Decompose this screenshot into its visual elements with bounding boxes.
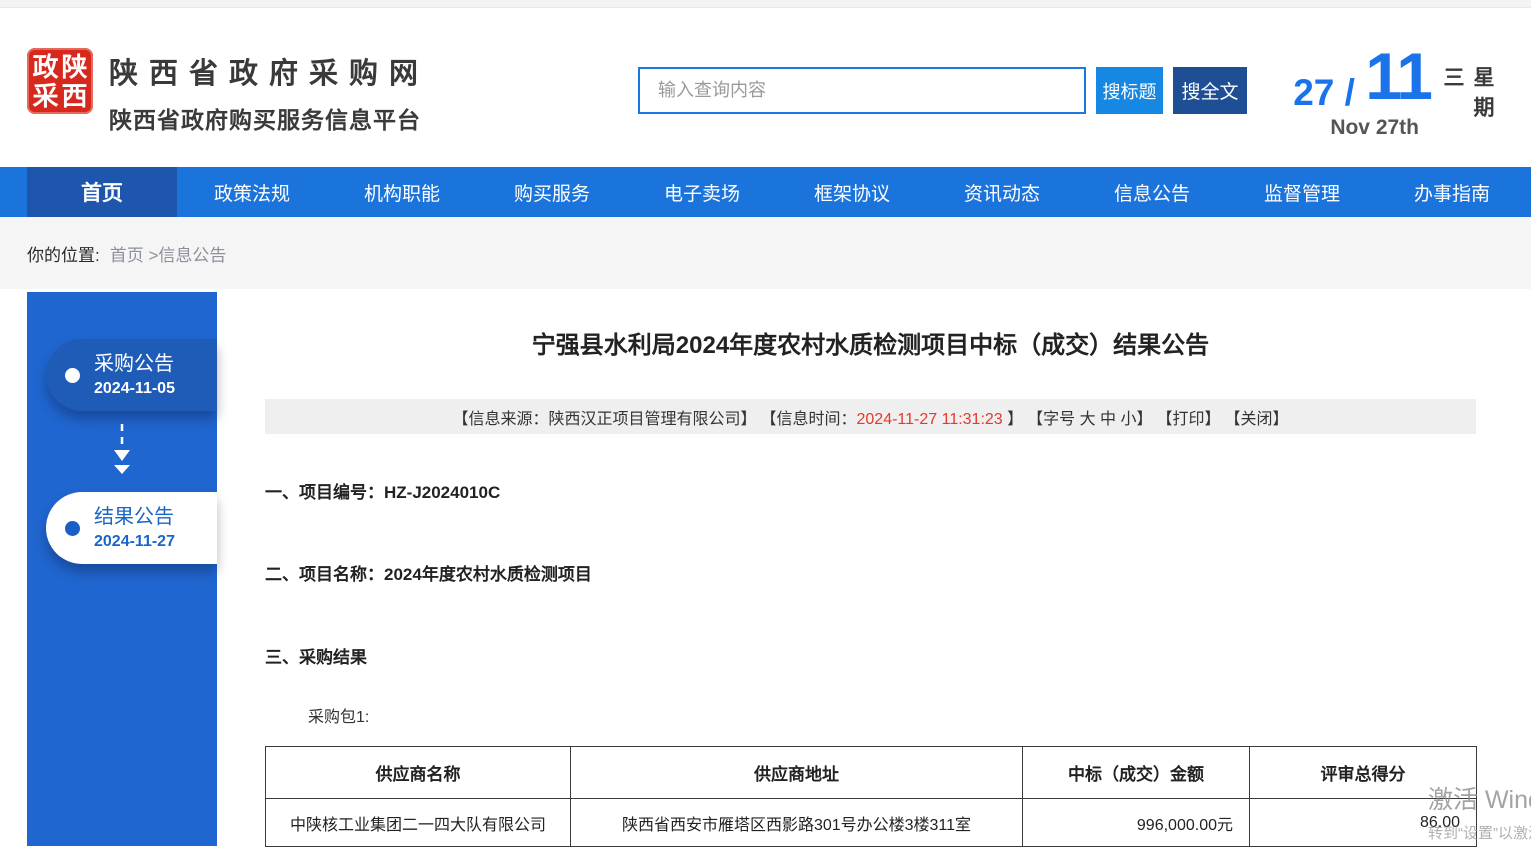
timeline-sidebar: 采购公告 2024-11-05 结果公告 2024-11-27 bbox=[27, 292, 217, 846]
info-print-button[interactable]: 【打印】 bbox=[1157, 405, 1221, 429]
seal-char: 政 bbox=[31, 52, 60, 81]
info-close-button[interactable]: 【关闭】 bbox=[1225, 405, 1289, 429]
header-supplier-name: 供应商名称 bbox=[266, 747, 571, 799]
timeline-step-result-notice[interactable]: 结果公告 2024-11-27 bbox=[46, 492, 217, 564]
page: 政 陕 采 西 陕西省政府采购网 陕西省政府购买服务信息平台 搜标题 搜全文 2… bbox=[0, 0, 1531, 847]
date-month: 11 bbox=[1365, 39, 1431, 113]
info-font-size-control[interactable]: 【字号 大 中 小】 bbox=[1027, 405, 1152, 429]
step-date: 2024-11-05 bbox=[94, 380, 175, 398]
breadcrumb-path[interactable]: 首页 >信息公告 bbox=[110, 241, 227, 266]
header-total-score: 评审总得分 bbox=[1250, 747, 1477, 799]
nav-item-e-market[interactable]: 电子卖场 bbox=[627, 167, 777, 217]
timeline-arrow-down-icon bbox=[27, 422, 217, 478]
search-input[interactable] bbox=[638, 67, 1086, 114]
step-title: 结果公告 bbox=[94, 505, 175, 530]
cell-award-amount: 996,000.00元 bbox=[1023, 799, 1250, 847]
nav-item-supervision[interactable]: 监督管理 bbox=[1227, 167, 1377, 217]
cell-total-score: 86.00 bbox=[1250, 799, 1477, 847]
timeline-step-procurement-notice[interactable]: 采购公告 2024-11-05 bbox=[46, 339, 217, 411]
breadcrumb: 你的位置: 首页 >信息公告 bbox=[0, 217, 1531, 289]
nav-item-purchase-service[interactable]: 购买服务 bbox=[477, 167, 627, 217]
section-project-number: 一、项目编号：HZ-J2024010C bbox=[265, 478, 1476, 503]
site-header: 政 陕 采 西 陕西省政府采购网 陕西省政府购买服务信息平台 搜标题 搜全文 2… bbox=[0, 8, 1531, 167]
main-nav: 首页 政策法规 机构职能 购买服务 电子卖场 框架协议 资讯动态 信息公告 监督… bbox=[0, 167, 1531, 217]
info-source: 【信息来源：陕西汉正项目管理有限公司】 bbox=[452, 405, 756, 429]
info-time: 【信息时间：2024-11-27 11:31:23 】 bbox=[760, 405, 1023, 429]
logo-seal-icon: 政 陕 采 西 bbox=[27, 48, 93, 114]
nav-item-framework[interactable]: 框架协议 bbox=[777, 167, 927, 217]
search-area: 搜标题 搜全文 bbox=[638, 67, 1247, 114]
breadcrumb-label: 你的位置: bbox=[27, 241, 100, 266]
table-row: 中陕核工业集团二一四大队有限公司 陕西省西安市雁塔区西影路301号办公楼3楼31… bbox=[266, 799, 1477, 847]
search-fulltext-button[interactable]: 搜全文 bbox=[1173, 67, 1247, 114]
search-title-button[interactable]: 搜标题 bbox=[1096, 67, 1163, 114]
step-dot-icon bbox=[65, 521, 80, 536]
header-supplier-address: 供应商地址 bbox=[571, 747, 1023, 799]
step-date: 2024-11-27 bbox=[94, 533, 175, 551]
info-time-value: 2024-11-27 11:31:23 bbox=[857, 411, 1003, 428]
seal-char: 陕 bbox=[60, 52, 89, 81]
site-titles: 陕西省政府采购网 陕西省政府购买服务信息平台 bbox=[109, 48, 429, 135]
step-dot-icon bbox=[65, 368, 80, 383]
seal-char: 采 bbox=[31, 81, 60, 110]
article-title: 宁强县水利局2024年度农村水质检测项目中标（成交）结果公告 bbox=[265, 325, 1476, 360]
nav-item-functions[interactable]: 机构职能 bbox=[327, 167, 477, 217]
site-logo[interactable]: 政 陕 采 西 陕西省政府采购网 陕西省政府购买服务信息平台 bbox=[27, 48, 429, 135]
nav-item-news[interactable]: 资讯动态 bbox=[927, 167, 1077, 217]
site-title: 陕西省政府采购网 bbox=[109, 50, 429, 92]
date-block: 27 / 11 Nov 27th 星期三 bbox=[1309, 24, 1509, 154]
date-weekday: 星期三 bbox=[1437, 66, 1497, 154]
section-procurement-result: 三、采购结果 bbox=[265, 643, 1476, 668]
nav-item-home[interactable]: 首页 bbox=[27, 167, 177, 217]
top-strip bbox=[0, 0, 1531, 8]
date-numbers: 27 / 11 bbox=[1293, 38, 1431, 114]
date-day: 27 bbox=[1293, 72, 1334, 113]
cell-supplier-address: 陕西省西安市雁塔区西影路301号办公楼3楼311室 bbox=[571, 799, 1023, 847]
article: 宁强县水利局2024年度农村水质检测项目中标（成交）结果公告 【信息来源：陕西汉… bbox=[265, 289, 1476, 847]
date-english: Nov 27th bbox=[1330, 116, 1419, 140]
seal-char: 西 bbox=[60, 81, 89, 110]
table-header-row: 供应商名称 供应商地址 中标（成交）金额 评审总得分 bbox=[266, 747, 1477, 799]
step-title: 采购公告 bbox=[94, 352, 175, 377]
nav-item-guide[interactable]: 办事指南 bbox=[1377, 167, 1527, 217]
content-area: 采购公告 2024-11-05 结果公告 2024-11-27 bbox=[0, 289, 1531, 846]
nav-item-announcements[interactable]: 信息公告 bbox=[1077, 167, 1227, 217]
article-info-bar: 【信息来源：陕西汉正项目管理有限公司】【信息时间：2024-11-27 11:3… bbox=[265, 399, 1476, 434]
cell-supplier-name: 中陕核工业集团二一四大队有限公司 bbox=[266, 799, 571, 847]
date-separator: / bbox=[1334, 72, 1365, 113]
package-label: 采购包1: bbox=[308, 703, 1476, 727]
nav-item-policy[interactable]: 政策法规 bbox=[177, 167, 327, 217]
section-project-name: 二、项目名称：2024年度农村水质检测项目 bbox=[265, 560, 1476, 585]
site-subtitle: 陕西省政府购买服务信息平台 bbox=[109, 101, 429, 135]
header-award-amount: 中标（成交）金额 bbox=[1023, 747, 1250, 799]
result-table: 供应商名称 供应商地址 中标（成交）金额 评审总得分 中陕核工业集团二一四大队有… bbox=[265, 746, 1477, 847]
